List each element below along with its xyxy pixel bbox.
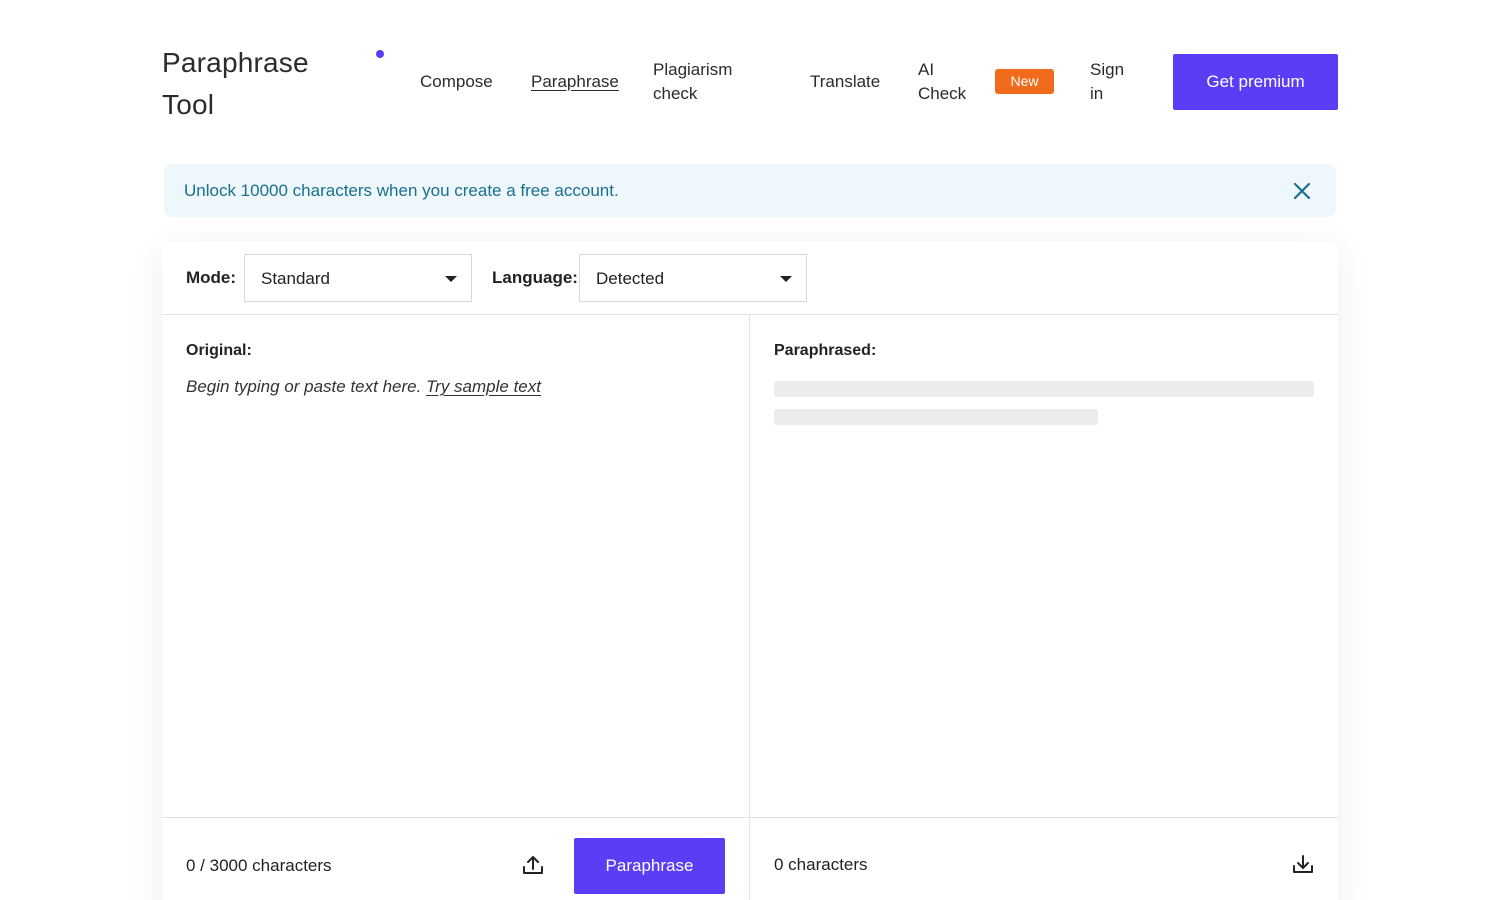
close-icon[interactable] [1291, 180, 1313, 202]
nav-ai-check[interactable]: AI Check [918, 58, 978, 106]
caret-down-icon [780, 276, 792, 282]
caret-down-icon [445, 276, 457, 282]
language-select[interactable]: Detected [579, 254, 807, 302]
original-text-input[interactable]: Begin typing or paste text here. Try sam… [186, 375, 541, 399]
paraphrase-button[interactable]: Paraphrase [574, 838, 725, 894]
pane-divider [749, 315, 750, 900]
new-badge: New [995, 69, 1054, 94]
editor-card: Mode: Standard Language: Detected Origin… [162, 242, 1338, 900]
download-icon[interactable] [1291, 852, 1315, 876]
input-placeholder: Begin typing or paste text here. [186, 377, 422, 396]
language-label: Language: [492, 268, 578, 287]
logo-dot [376, 50, 384, 58]
site-logo[interactable]: Paraphrase Tool [162, 42, 362, 126]
banner-text: Unlock 10000 characters when you create … [184, 181, 619, 200]
mode-select[interactable]: Standard [244, 254, 472, 302]
mode-select-value: Standard [261, 269, 330, 288]
mode-label: Mode: [186, 268, 237, 287]
account-banner: Unlock 10000 characters when you create … [164, 164, 1336, 217]
nav-plagiarism-check[interactable]: Plagiarism check [653, 58, 763, 106]
language-select-value: Detected [596, 269, 665, 288]
footer-divider [162, 817, 1338, 818]
editor-toolbar: Mode: Standard Language: Detected [162, 242, 1338, 315]
try-sample-text-link[interactable]: Try sample text [426, 377, 541, 396]
nav-paraphrase[interactable]: Paraphrase [531, 70, 619, 94]
paraphrased-char-count: 0 characters [774, 855, 868, 874]
upload-icon[interactable] [521, 853, 545, 877]
loading-skeleton-line [774, 381, 1314, 397]
paraphrased-label: Paraphrased: [774, 342, 877, 359]
original-char-count: 0 / 3000 characters [186, 856, 332, 875]
get-premium-button[interactable]: Get premium [1173, 54, 1338, 110]
loading-skeleton-line [774, 409, 1098, 425]
original-label: Original: [186, 342, 252, 359]
nav-sign-in[interactable]: Sign in [1090, 58, 1135, 106]
nav-compose[interactable]: Compose [420, 70, 493, 94]
nav-translate[interactable]: Translate [810, 70, 880, 94]
